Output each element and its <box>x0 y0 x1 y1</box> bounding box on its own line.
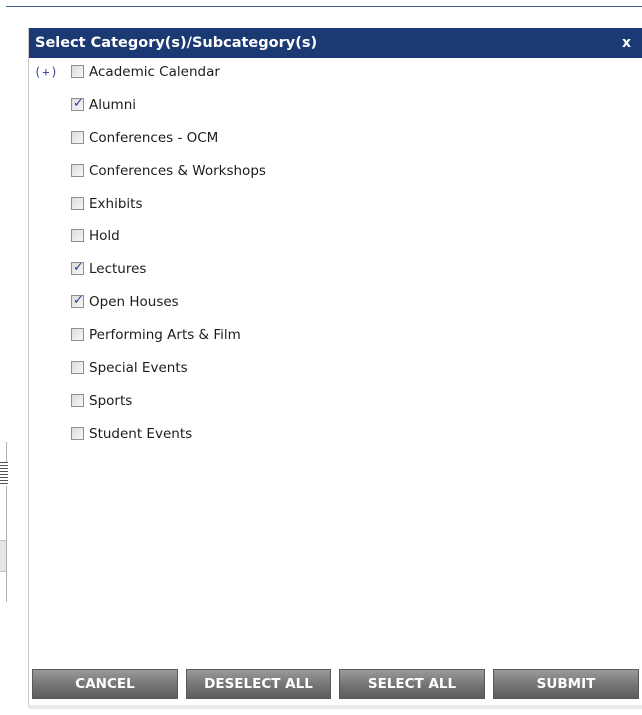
check-icon: ✓ <box>73 95 84 111</box>
deselect-all-button[interactable]: DESELECT ALL <box>186 669 331 699</box>
category-label[interactable]: Hold <box>89 226 120 246</box>
category-label[interactable]: Open Houses <box>89 292 179 312</box>
list-item: ✓ Sports <box>29 391 642 424</box>
list-item: (+) ✓ Academic Calendar <box>29 62 642 95</box>
list-item: ✓ Exhibits <box>29 194 642 227</box>
checkbox-lectures[interactable]: ✓ <box>71 260 84 276</box>
checkbox-conferences-workshops[interactable]: ✓ <box>71 163 84 177</box>
list-item: ✓ Conferences & Workshops <box>29 161 642 194</box>
category-select-dialog: Select Category(s)/Subcategory(s) x (+) … <box>28 28 642 705</box>
list-item: ✓ Student Events <box>29 424 642 457</box>
list-item: ✓ Open Houses <box>29 292 642 325</box>
page: Select Category(s)/Subcategory(s) x (+) … <box>0 0 642 715</box>
checkbox-sports[interactable]: ✓ <box>71 393 84 407</box>
category-label[interactable]: Special Events <box>89 358 188 378</box>
list-item: ✓ Conferences - OCM <box>29 128 642 161</box>
checkbox-conferences-ocm[interactable]: ✓ <box>71 130 84 144</box>
list-item: ✓ Lectures <box>29 259 642 292</box>
checkbox-academic-calendar[interactable]: ✓ <box>71 65 84 78</box>
category-label[interactable]: Lectures <box>89 259 146 279</box>
category-label[interactable]: Student Events <box>89 424 192 444</box>
submit-button[interactable]: SUBMIT <box>493 669 639 699</box>
category-label[interactable]: Academic Calendar <box>89 62 220 82</box>
checkbox-student-events[interactable]: ✓ <box>71 426 84 440</box>
category-label[interactable]: Conferences - OCM <box>89 128 218 148</box>
list-item: ✓ Alumni <box>29 95 642 128</box>
select-all-button[interactable]: SELECT ALL <box>339 669 485 699</box>
category-label[interactable]: Exhibits <box>89 194 142 214</box>
check-icon: ✓ <box>73 260 84 276</box>
check-icon: ✓ <box>73 293 84 309</box>
cancel-button[interactable]: CANCEL <box>32 669 178 699</box>
dialog-shadow <box>28 705 642 709</box>
list-item: ✓ Hold <box>29 226 642 259</box>
expand-toggle-academic-calendar[interactable]: (+) <box>34 64 59 80</box>
dialog-header: Select Category(s)/Subcategory(s) x <box>29 28 642 58</box>
category-label[interactable]: Sports <box>89 391 132 411</box>
category-label[interactable]: Alumni <box>89 95 136 115</box>
category-list: (+) ✓ Academic Calendar ✓ Alumni ✓ Confe… <box>29 62 642 457</box>
close-button[interactable]: x <box>622 33 631 53</box>
checkbox-alumni[interactable]: ✓ <box>71 95 84 111</box>
checkbox-performing-arts-film[interactable]: ✓ <box>71 328 84 342</box>
checkbox-hold[interactable]: ✓ <box>71 229 84 243</box>
category-label[interactable]: Conferences & Workshops <box>89 161 266 181</box>
grip-icon <box>0 462 8 486</box>
dialog-title: Select Category(s)/Subcategory(s) <box>35 35 318 51</box>
page-top-rule <box>6 6 642 7</box>
dialog-button-bar: CANCEL DESELECT ALL SELECT ALL SUBMIT <box>29 669 642 699</box>
list-item: ✓ Special Events <box>29 358 642 391</box>
checkbox-special-events[interactable]: ✓ <box>71 361 84 375</box>
background-panel-fragment <box>0 540 6 572</box>
category-label[interactable]: Performing Arts & Film <box>89 325 241 345</box>
checkbox-open-houses[interactable]: ✓ <box>71 293 84 309</box>
checkbox-exhibits[interactable]: ✓ <box>71 196 84 210</box>
list-item: ✓ Performing Arts & Film <box>29 325 642 358</box>
